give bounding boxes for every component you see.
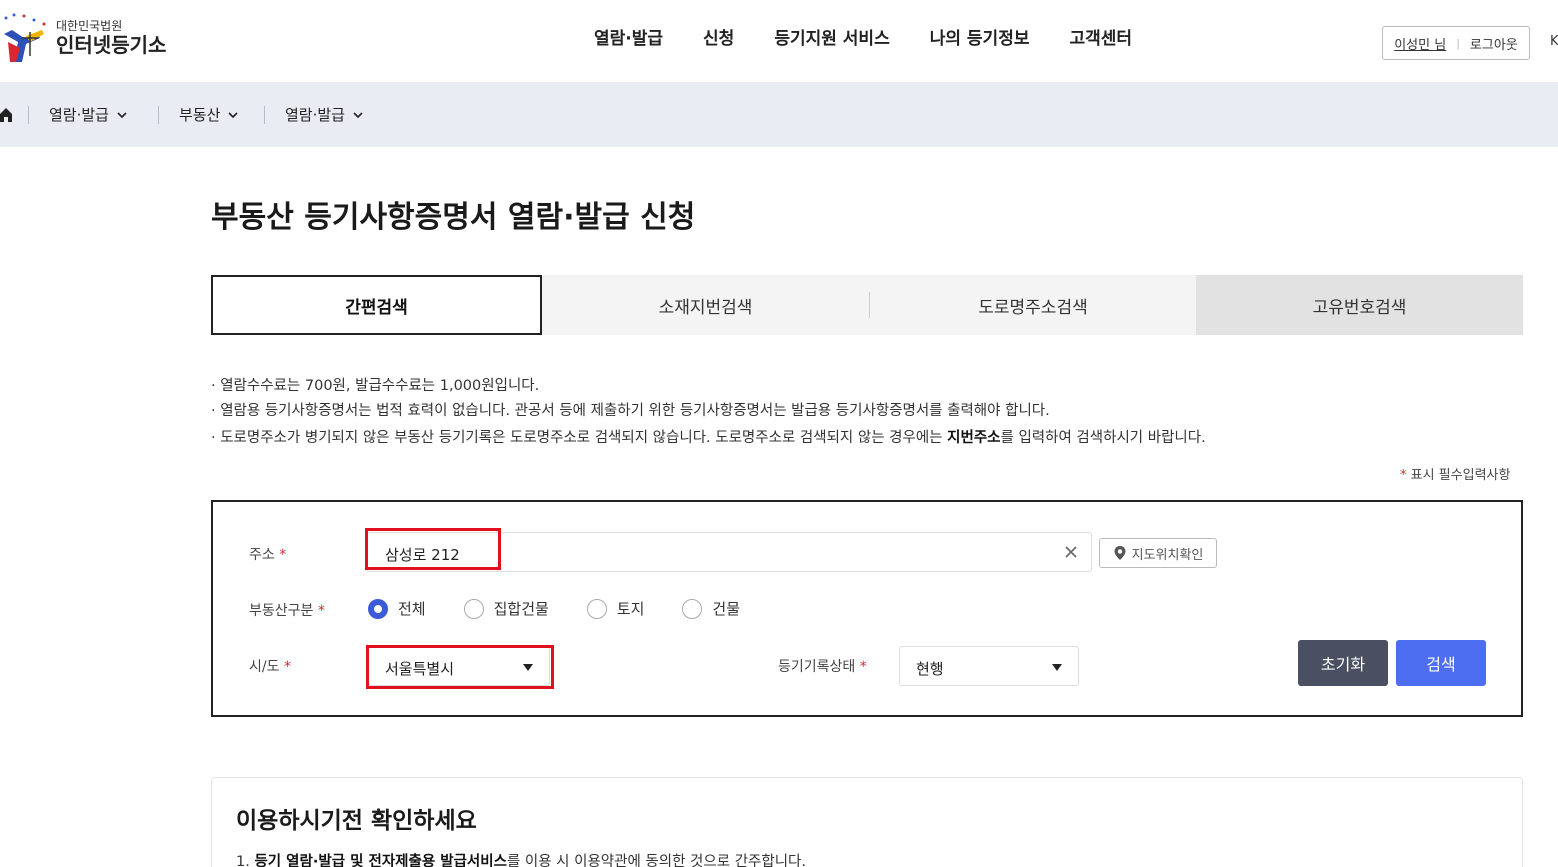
map-location-button[interactable]: 지도위치확인 — [1099, 538, 1217, 568]
radio-land[interactable]: 토지 — [586, 598, 645, 619]
tab-road-address-search[interactable]: 도로명주소검색 — [870, 275, 1196, 335]
breadcrumb-label: 열람·발급 — [285, 106, 345, 124]
breadcrumb-item-view-issue[interactable]: 열람·발급 — [49, 82, 127, 147]
usage-notice-panel: 이용하시기전 확인하세요 1. 등기 열람·발급 및 전자제출용 발급서비스를 … — [211, 777, 1523, 867]
notice-road-address: · 도로명주소가 병기되지 않은 부동산 등기기록은 도로명주소로 검색되지 않… — [211, 426, 1206, 447]
required-star: * — [859, 659, 867, 675]
breadcrumb-label: 부동산 — [179, 106, 221, 124]
address-label: 주소 * — [249, 544, 286, 564]
tab-unique-number-search[interactable]: 고유번호검색 — [1196, 275, 1523, 335]
user-box: 이성민 님 | 로그아웃 — [1382, 26, 1530, 60]
sido-label: 시/도 * — [249, 656, 291, 676]
breadcrumb-item-real-estate[interactable]: 부동산 — [179, 82, 238, 147]
radio-aggregate-building[interactable]: 집합건물 — [463, 598, 549, 619]
clear-icon[interactable] — [1061, 542, 1081, 562]
logout-button[interactable]: 로그아웃 — [1470, 34, 1518, 53]
court-emblem-icon — [0, 12, 52, 64]
tab-lot-number-search[interactable]: 소재지번검색 — [542, 275, 869, 335]
sido-selected-value: 서울특별시 — [385, 660, 455, 678]
site-logo[interactable]: 대한민국법원 인터넷등기소 — [0, 12, 166, 64]
logo-title: 인터넷등기소 — [56, 33, 167, 57]
notice-text: 를 입력하여 검색하시기 바랍니다. — [1000, 430, 1206, 446]
nav-item-customer-center[interactable]: 고객센터 — [1069, 24, 1132, 49]
nav-item-apply[interactable]: 신청 — [703, 24, 734, 49]
language-toggle[interactable]: K — [1550, 34, 1558, 49]
page-title: 부동산 등기사항증명서 열람·발급 신청 — [211, 200, 696, 235]
sido-label-text: 시/도 — [249, 659, 280, 675]
search-tabs: 간편검색 소재지번검색 도로명주소검색 고유번호검색 — [211, 275, 1523, 335]
record-status-select[interactable]: 현행 — [899, 646, 1079, 686]
breadcrumb-divider — [28, 106, 29, 124]
required-star: * — [317, 603, 325, 619]
breadcrumb-divider — [158, 106, 159, 124]
radio-label: 토지 — [616, 600, 645, 618]
usage-notice-number: 1. — [236, 854, 255, 867]
notice-emphasis: 지번주소 — [947, 430, 1001, 446]
caret-down-icon — [1052, 664, 1062, 671]
record-status-label: 등기기록상태 * — [778, 656, 867, 676]
radio-button[interactable] — [463, 598, 484, 619]
usage-notice-emphasis: 등기 열람·발급 및 전자제출용 발급서비스 — [254, 854, 507, 867]
usage-notice-line: 1. 등기 열람·발급 및 전자제출용 발급서비스를 이용 시 이용약관에 동의… — [236, 850, 806, 867]
nav-item-support[interactable]: 등기지원 서비스 — [774, 24, 889, 49]
radio-button[interactable] — [586, 598, 607, 619]
record-status-label-text: 등기기록상태 — [778, 659, 856, 675]
user-divider: | — [1456, 36, 1460, 50]
logo-subtitle: 대한민국법원 — [56, 19, 123, 33]
nav-item-view-issue[interactable]: 열람·발급 — [594, 24, 663, 49]
nav-item-my-info[interactable]: 나의 등기정보 — [930, 24, 1030, 49]
usage-notice-text: 를 이용 시 이용약관에 동의한 것으로 간주합니다. — [506, 854, 806, 867]
chevron-down-icon — [353, 111, 363, 118]
radio-label: 건물 — [712, 600, 741, 618]
radio-label: 집합건물 — [493, 600, 549, 618]
site-header: 대한민국법원 인터넷등기소 열람·발급 신청 등기지원 서비스 나의 등기정보 … — [0, 0, 1558, 82]
chevron-down-icon — [228, 111, 238, 118]
property-type-radio-group: 전체 집합건물 토지 건물 — [368, 598, 778, 619]
caret-down-icon — [523, 664, 533, 671]
property-type-label-text: 부동산구분 — [249, 603, 314, 619]
notice-fee: · 열람수수료는 700원, 발급수수료는 1,000원입니다. — [211, 378, 540, 394]
usage-notice-title: 이용하시기전 확인하세요 — [236, 808, 477, 834]
record-status-selected-value: 현행 — [916, 660, 944, 678]
required-star: * — [279, 547, 287, 563]
notice-text: · 도로명주소가 병기되지 않은 부동산 등기기록은 도로명주소로 검색되지 않… — [211, 430, 948, 446]
map-pin-icon — [1114, 546, 1126, 560]
search-form: 주소 * 삼성로 212 지도위치확인 부동산구분 * 전체 집합건물 토지 건… — [211, 500, 1523, 717]
radio-building[interactable]: 건물 — [682, 598, 740, 619]
required-field-note: * 표시 필수입력사항 — [1400, 464, 1510, 483]
user-name-link[interactable]: 이성민 님 — [1394, 34, 1446, 53]
radio-button[interactable] — [682, 598, 703, 619]
property-type-label: 부동산구분 * — [249, 600, 325, 620]
main-nav: 열람·발급 신청 등기지원 서비스 나의 등기정보 고객센터 — [594, 24, 1172, 49]
breadcrumb-label: 열람·발급 — [49, 106, 109, 124]
sido-select[interactable]: 서울특별시 — [368, 646, 550, 686]
home-icon[interactable] — [0, 82, 12, 147]
radio-all[interactable]: 전체 — [368, 598, 426, 619]
breadcrumb-item-view-issue-sub[interactable]: 열람·발급 — [285, 82, 363, 147]
map-button-label: 지도위치확인 — [1131, 547, 1204, 563]
chevron-down-icon — [117, 111, 127, 118]
reset-button[interactable]: 초기화 — [1298, 640, 1388, 686]
required-star: * — [283, 659, 291, 675]
search-button[interactable]: 검색 — [1396, 640, 1486, 686]
address-label-text: 주소 — [249, 547, 275, 563]
notice-legal-effect: · 열람용 등기사항증명서는 법적 효력이 없습니다. 관공서 등에 제출하기 … — [211, 403, 1050, 419]
breadcrumb-divider — [264, 106, 265, 124]
tab-simple-search[interactable]: 간편검색 — [211, 275, 542, 335]
address-input[interactable]: 삼성로 212 — [366, 532, 1092, 572]
radio-label: 전체 — [398, 600, 426, 618]
radio-button-checked[interactable] — [368, 598, 388, 619]
address-value: 삼성로 212 — [385, 546, 460, 564]
required-note-text: 표시 필수입력사항 — [1406, 468, 1511, 483]
